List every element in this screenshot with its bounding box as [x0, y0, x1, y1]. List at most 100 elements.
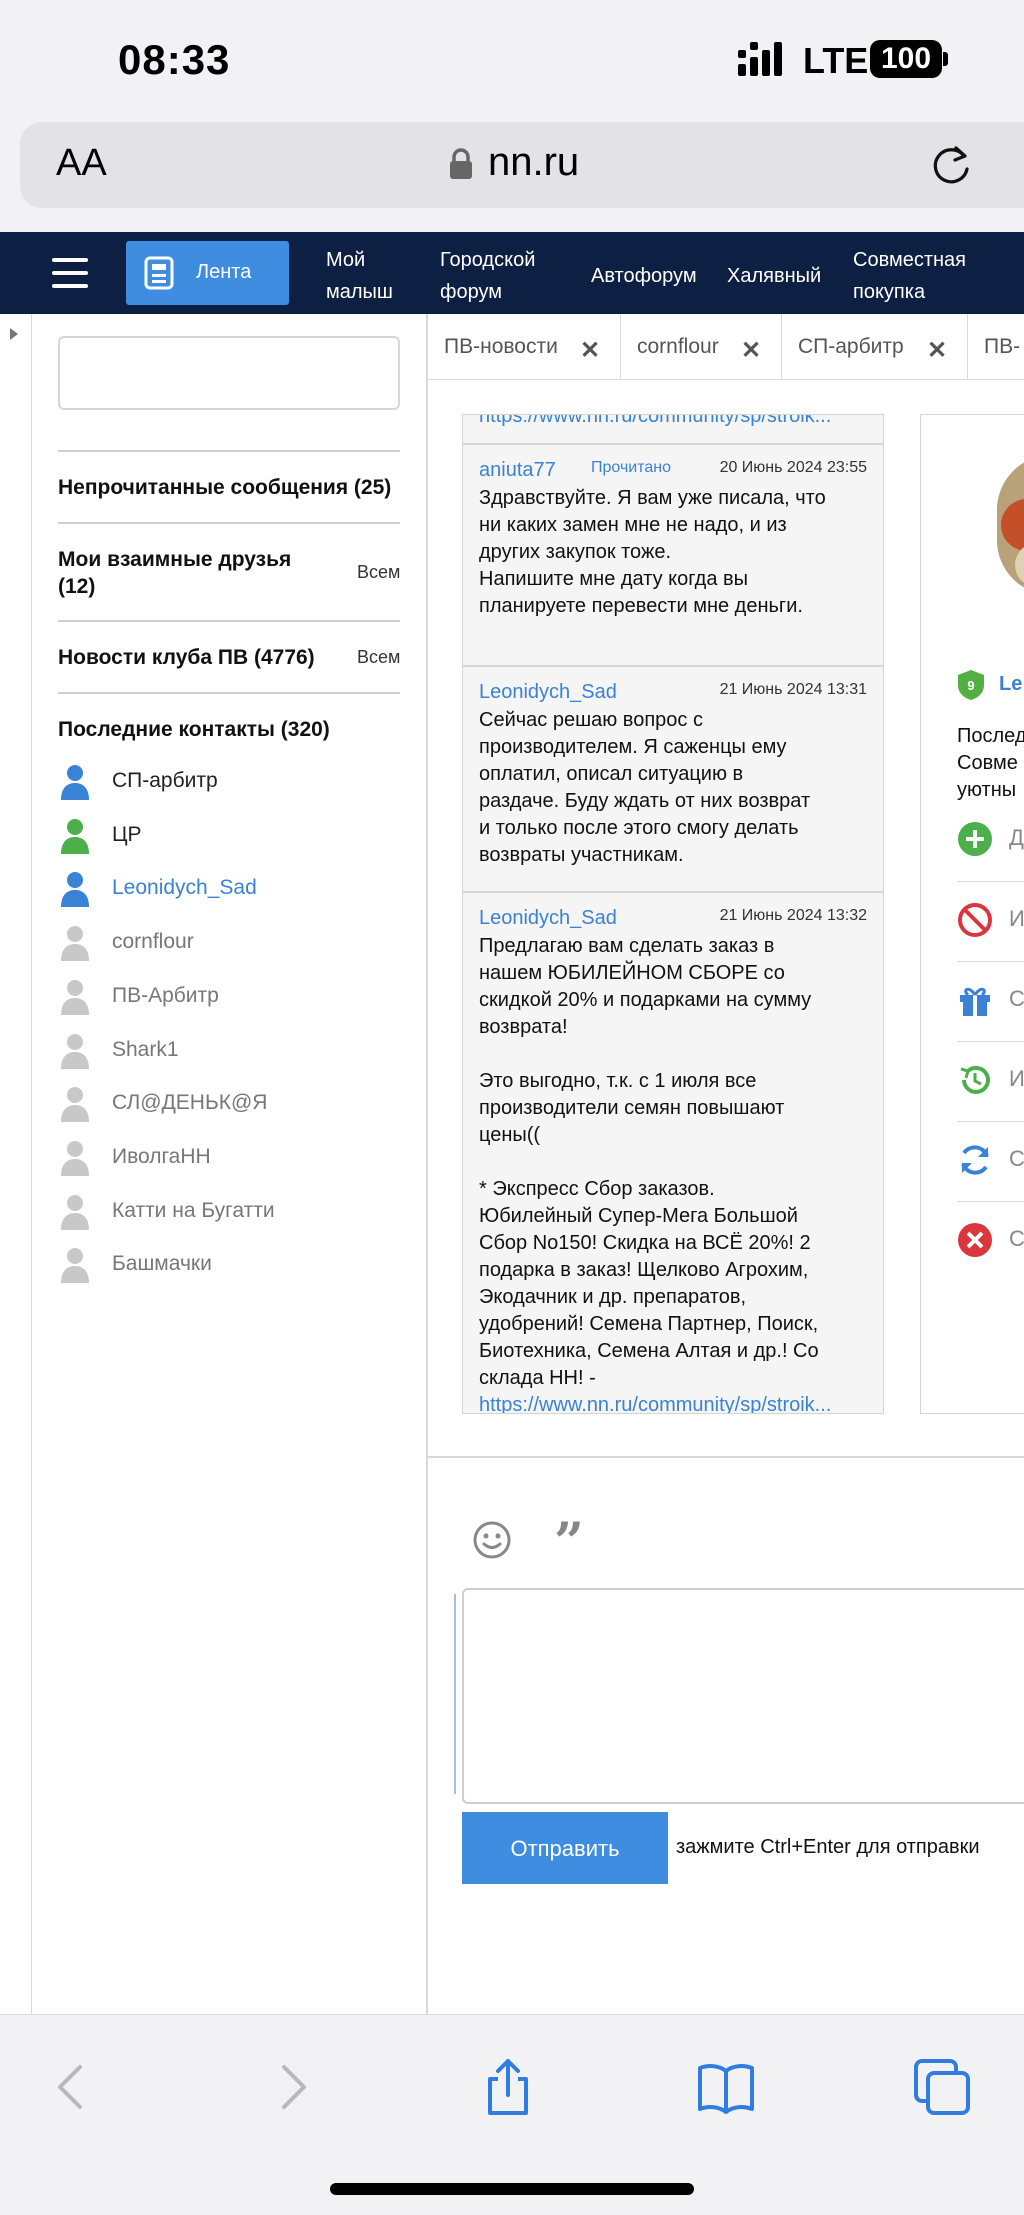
contact-name: ЦР: [112, 822, 142, 846]
action-label: И: [1009, 906, 1024, 931]
action-label: С: [1009, 986, 1024, 1011]
tab-sp-arbiter[interactable]: СП-арбитр ✕: [782, 314, 968, 380]
avatar-image: [997, 455, 1024, 595]
contact-name: СЛ@ДЕНЬК@Я: [112, 1091, 268, 1115]
tabs-icon[interactable]: [912, 2057, 972, 2117]
contact-name: Катти на Бугатти: [112, 1198, 275, 1222]
message-author[interactable]: Leonidych_Sad: [479, 681, 617, 704]
chat-tabs: ПВ-новости ✕ cornflour ✕ СП-арбитр ✕ ПВ-: [428, 314, 1024, 380]
close-icon[interactable]: ✕: [927, 336, 947, 365]
text-cursor: [454, 1594, 456, 1794]
message-list[interactable]: https://www.nn.ru/community/sp/stroik...…: [462, 414, 884, 1414]
sidebar: Непрочитанные сообщения (25) Мои взаимны…: [0, 314, 428, 2014]
message-text: Здравствуйте. Я вам уже писала, что ни к…: [479, 487, 826, 617]
contact-item[interactable]: ИволгаНН: [58, 1138, 418, 1178]
contact-item[interactable]: СЛ@ДЕНЬК@Я: [58, 1084, 418, 1124]
divider: [58, 522, 400, 524]
tab-pv-news[interactable]: ПВ-новости ✕: [428, 314, 621, 380]
contact-item[interactable]: cornflour: [58, 923, 418, 963]
avatar[interactable]: [997, 455, 1024, 595]
message-link[interactable]: https://www.nn.ru/community/sp/stroik...: [479, 415, 831, 428]
message-item: https://www.nn.ru/community/sp/stroik...: [463, 415, 883, 445]
contact-item[interactable]: Катти на Бугатти: [58, 1192, 418, 1232]
block-action[interactable]: И: [957, 881, 1024, 961]
url-domain[interactable]: nn.ru: [488, 140, 579, 185]
friends-all-link[interactable]: Всем: [357, 562, 400, 583]
user-icon: [61, 765, 89, 800]
contact-item[interactable]: ПВ-Арбитр: [58, 977, 418, 1017]
contact-item[interactable]: СП-арбитр: [58, 762, 418, 802]
user-icon: [61, 1194, 89, 1230]
battery-icon: 100: [870, 40, 942, 78]
nav-auto-forum[interactable]: Автофорум: [591, 260, 697, 292]
message-input[interactable]: [462, 1588, 1024, 1804]
message-author[interactable]: Leonidych_Sad: [479, 907, 617, 930]
share-icon[interactable]: [478, 2057, 538, 2117]
send-button[interactable]: Отправить: [462, 1812, 668, 1884]
message-composer: ” Отправить зажмите Ctrl+Enter для отпра…: [428, 1456, 1024, 2016]
close-icon[interactable]: ✕: [741, 336, 761, 365]
tab-cornflour[interactable]: cornflour ✕: [621, 314, 782, 380]
reload-icon[interactable]: [928, 142, 974, 188]
feed-icon: [144, 256, 174, 290]
history-action[interactable]: И: [957, 1041, 1024, 1121]
svg-text:9: 9: [967, 678, 974, 693]
tab-label: ПВ-новости: [444, 335, 558, 358]
menu-icon[interactable]: [52, 258, 88, 288]
message-author[interactable]: aniuta77: [479, 459, 556, 482]
club-news-link[interactable]: Новости клуба ПВ (4776): [58, 644, 315, 671]
tab-pv-arbiter[interactable]: ПВ-: [968, 314, 1024, 380]
address-bar[interactable]: AA nn.ru: [20, 122, 1024, 208]
user-icon: [61, 1033, 89, 1069]
bookmarks-icon[interactable]: [696, 2057, 756, 2117]
refresh-action[interactable]: С: [957, 1121, 1024, 1201]
close-circle-icon: [958, 1223, 992, 1257]
delete-action[interactable]: С: [957, 1201, 1024, 1281]
contact-name: Shark1: [112, 1037, 179, 1061]
user-icon: [61, 818, 89, 854]
quote-icon[interactable]: ”: [554, 1512, 584, 1573]
nav-joint-purchase[interactable]: Совместная покупка: [853, 244, 966, 308]
browser-chrome: AA nn.ru: [0, 120, 1024, 232]
emoji-icon[interactable]: [472, 1520, 512, 1560]
close-icon[interactable]: ✕: [580, 336, 600, 365]
club-news-all-link[interactable]: Всем: [357, 647, 400, 668]
mutual-friends-link[interactable]: Мои взаимные друзья (12): [58, 546, 291, 600]
read-status: Прочитано: [591, 459, 671, 476]
contact-item[interactable]: Shark1: [58, 1031, 418, 1071]
nav-my-baby[interactable]: Мой малыш: [326, 244, 393, 308]
message-item: Leonidych_Sad 21 Июнь 2024 13:32 Предлаг…: [463, 893, 883, 1413]
profile-name[interactable]: Le: [999, 673, 1022, 696]
gift-action[interactable]: С: [957, 961, 1024, 1041]
contact-name: cornflour: [112, 930, 194, 954]
contact-item[interactable]: ЦР: [58, 816, 418, 856]
nav-feed[interactable]: Лента: [126, 241, 289, 305]
sidebar-collapse-gutter[interactable]: [0, 314, 32, 2014]
chat-pane: https://www.nn.ru/community/sp/stroik...…: [428, 380, 1024, 1456]
message-link[interactable]: https://www.nn.ru/community/sp/stroik...: [479, 1394, 831, 1413]
action-label: Д: [1009, 825, 1024, 850]
add-friend-action[interactable]: Д: [957, 801, 1024, 881]
contact-item[interactable]: Leonidych_Sad: [58, 869, 418, 909]
nav-freebie[interactable]: Халявный: [727, 260, 821, 292]
home-indicator: [330, 2183, 694, 2195]
expand-arrow-icon[interactable]: [10, 328, 18, 340]
nav-city-forum[interactable]: Городской форум: [440, 244, 535, 308]
contact-search-input[interactable]: [58, 336, 400, 410]
back-icon[interactable]: [40, 2057, 100, 2117]
text-size-button[interactable]: AA: [56, 142, 107, 185]
forward-icon[interactable]: [264, 2057, 324, 2117]
contact-item[interactable]: Башмачки: [58, 1245, 418, 1285]
lock-icon: [450, 148, 472, 179]
site-navigation: Лента Мой малыш Городской форум Автофору…: [0, 232, 1024, 314]
user-icon: [61, 926, 89, 962]
unread-messages-link[interactable]: Непрочитанные сообщения (25): [58, 474, 391, 501]
history-icon: [960, 1065, 990, 1094]
contact-name: Leonidych_Sad: [112, 876, 257, 900]
user-icon: [61, 1248, 89, 1284]
contact-name: Башмачки: [112, 1252, 212, 1276]
profile-description: Послед Совме уютны: [957, 725, 1024, 801]
clock: 08:33: [118, 36, 231, 83]
recent-contacts-heading: Последние контакты (320): [58, 718, 330, 741]
signal-icon: [738, 42, 782, 76]
